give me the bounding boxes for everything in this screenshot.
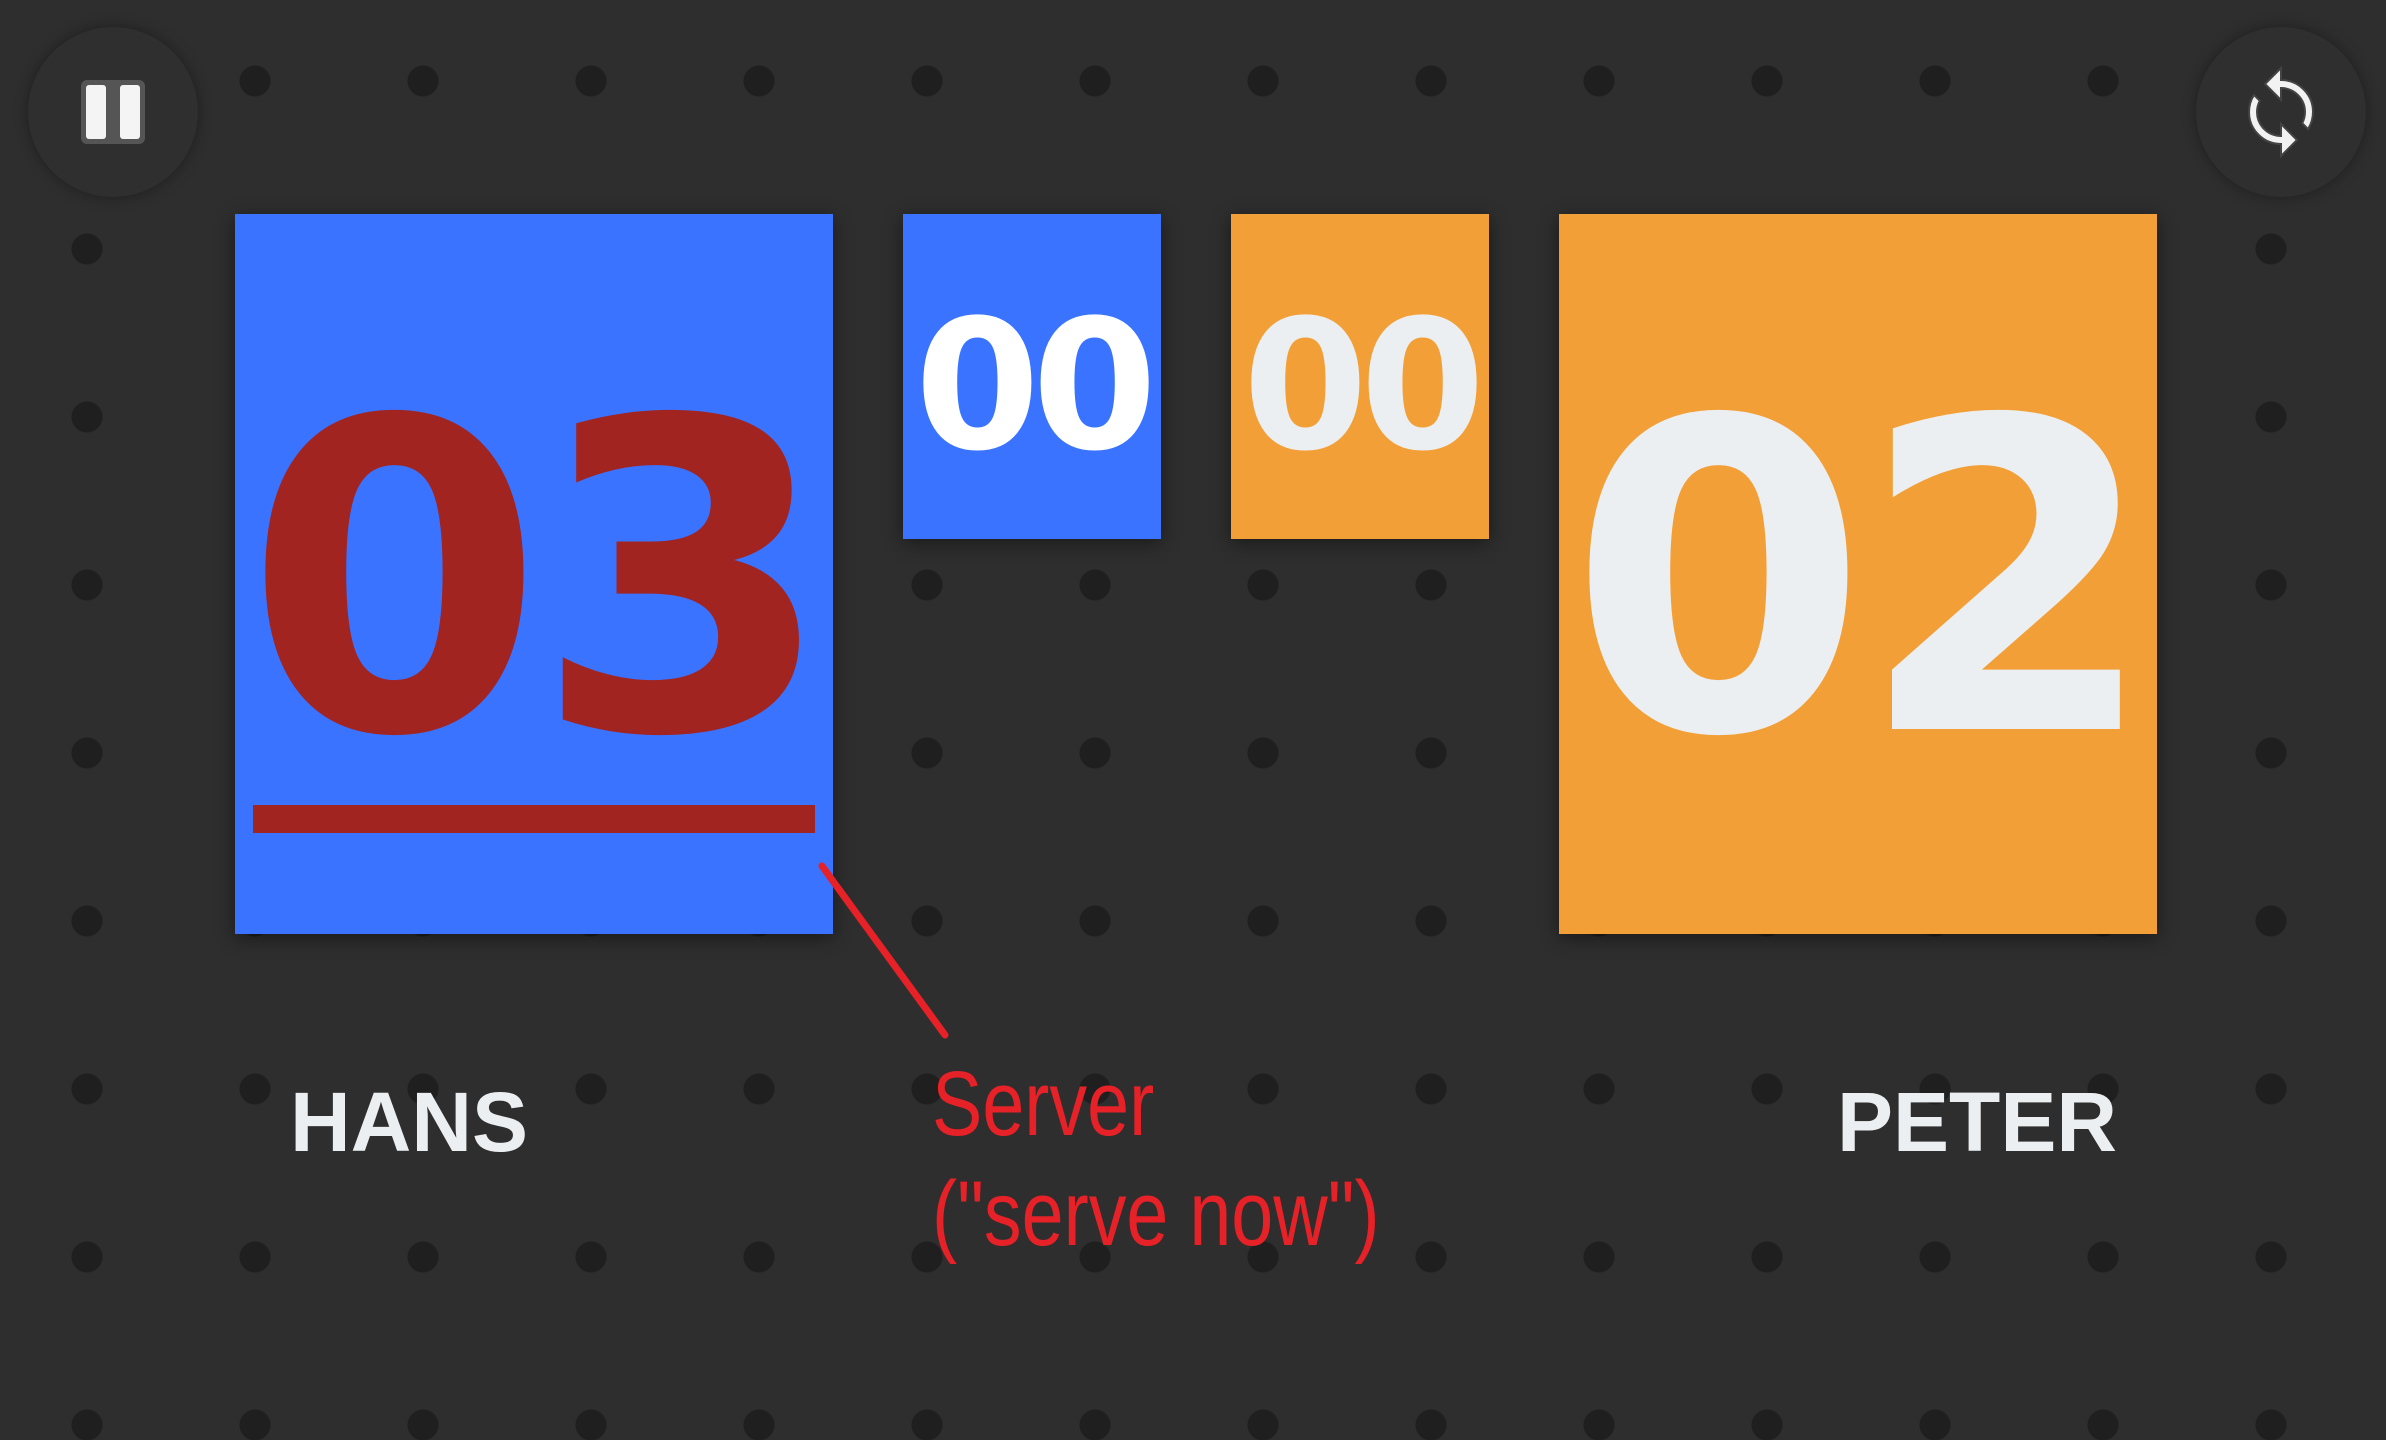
pause-icon: [81, 80, 145, 144]
annotation-label: Server: [932, 1053, 1155, 1155]
left-player-score-tile[interactable]: 03: [235, 214, 833, 934]
left-player-games-tile[interactable]: 00: [903, 214, 1161, 539]
right-player-score: 02: [1568, 331, 2157, 831]
refresh-icon: [2247, 65, 2315, 159]
right-player-games-tile[interactable]: 00: [1231, 214, 1489, 539]
left-player-games: 00: [914, 281, 1157, 491]
left-player-name[interactable]: HANS: [290, 1080, 528, 1164]
left-player-score: 03: [244, 331, 833, 831]
pause-button[interactable]: [28, 27, 198, 197]
right-player-name[interactable]: PETER: [1837, 1080, 2117, 1164]
right-player-score-tile[interactable]: 02: [1559, 214, 2157, 934]
right-player-games: 00: [1242, 281, 1485, 491]
annotation-sublabel: ("serve now"): [932, 1163, 1380, 1265]
reset-button[interactable]: [2196, 27, 2366, 197]
server-indicator: [253, 805, 815, 833]
